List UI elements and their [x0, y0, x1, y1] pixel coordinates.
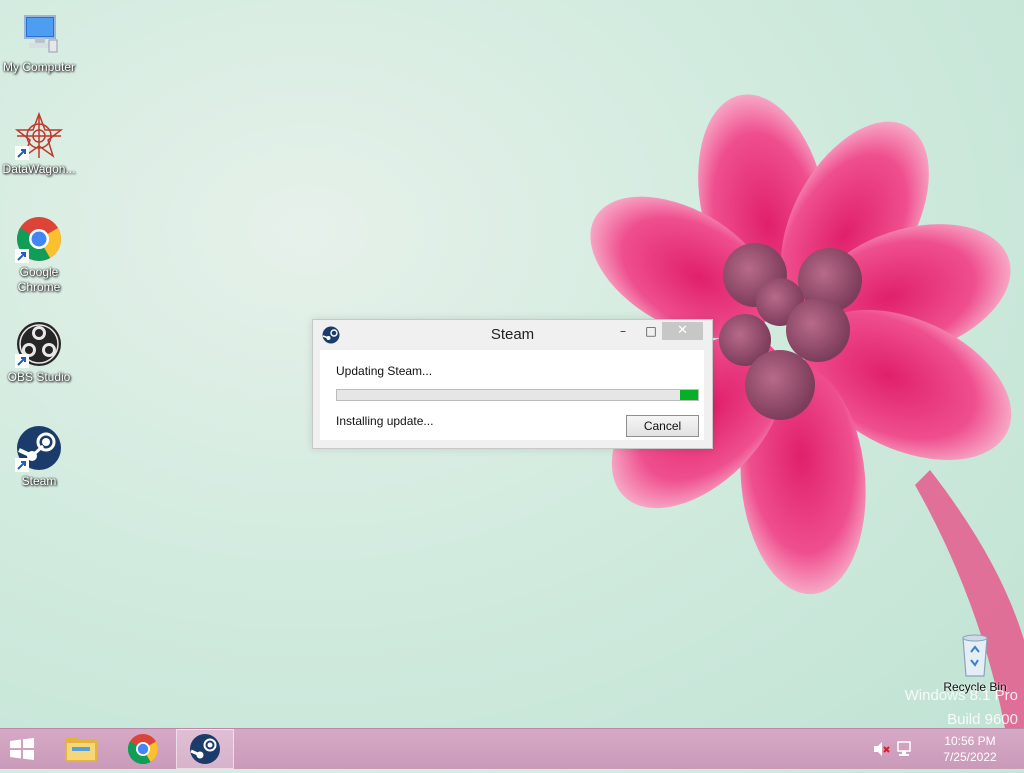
desktop-icon-label: My Computer — [2, 60, 76, 74]
minimize-button[interactable]: – — [613, 322, 633, 340]
dialog-titlebar[interactable]: Steam – □ ✕ — [313, 320, 712, 350]
windows-start-button[interactable] — [6, 737, 38, 761]
steam-icon — [15, 424, 63, 472]
taskbar-file-explorer[interactable] — [52, 729, 110, 769]
shortcut-arrow-icon — [15, 146, 29, 160]
taskbar-clock[interactable]: 10:56 PM 7/25/2022 — [935, 733, 1005, 765]
clock-time: 10:56 PM — [944, 734, 996, 748]
desktop-icon-label: DataWagon... — [2, 162, 76, 176]
taskbar-google-chrome[interactable] — [114, 729, 172, 769]
shortcut-arrow-icon — [15, 458, 29, 472]
desktop-icon-google-chrome[interactable]: Google Chrome — [0, 215, 78, 295]
shortcut-arrow-icon — [15, 354, 29, 368]
progress-fill — [679, 390, 698, 400]
desktop-icon-label: OBS Studio — [7, 370, 71, 384]
dialog-content: Updating Steam... Installing update... C… — [320, 350, 704, 440]
watermark-edition: Windows 8.1 Pro — [904, 687, 1018, 704]
os-watermark: Windows 8.1 Pro Build 9600 — [905, 684, 1018, 732]
install-status-text: Installing update... — [336, 414, 434, 428]
desktop-icon-label: Google Chrome — [17, 265, 61, 294]
desktop-icon-obs-studio[interactable]: OBS Studio — [0, 320, 78, 385]
recycle-bin-icon — [951, 630, 999, 678]
close-button[interactable]: ✕ — [662, 322, 703, 340]
maximize-button[interactable]: □ — [641, 322, 661, 340]
obs-icon — [15, 320, 63, 368]
steam-update-dialog: Steam – □ ✕ Updating Steam... Installing… — [312, 319, 713, 449]
folder-icon — [65, 737, 97, 762]
steam-icon — [190, 734, 220, 764]
desktop-icon-steam[interactable]: Steam — [0, 424, 78, 489]
update-progress-bar — [336, 389, 699, 401]
computer-icon — [15, 10, 63, 58]
shortcut-arrow-icon — [15, 249, 29, 263]
taskbar: 10:56 PM 7/25/2022 — [0, 728, 1024, 769]
cancel-button[interactable]: Cancel — [626, 415, 699, 437]
desktop-icon-my-computer[interactable]: My Computer — [0, 10, 78, 75]
datawagon-icon — [14, 111, 64, 160]
desktop-icon-label: Steam — [21, 474, 57, 488]
clock-date: 7/25/2022 — [943, 750, 997, 764]
desktop-icon-datawagon[interactable]: DataWagon... — [0, 111, 78, 177]
chrome-icon — [15, 215, 63, 263]
volume-muted-icon[interactable] — [872, 741, 890, 757]
taskbar-steam[interactable] — [176, 729, 234, 769]
network-icon[interactable] — [897, 741, 915, 757]
update-status-text: Updating Steam... — [336, 364, 433, 378]
chrome-icon — [127, 734, 159, 765]
